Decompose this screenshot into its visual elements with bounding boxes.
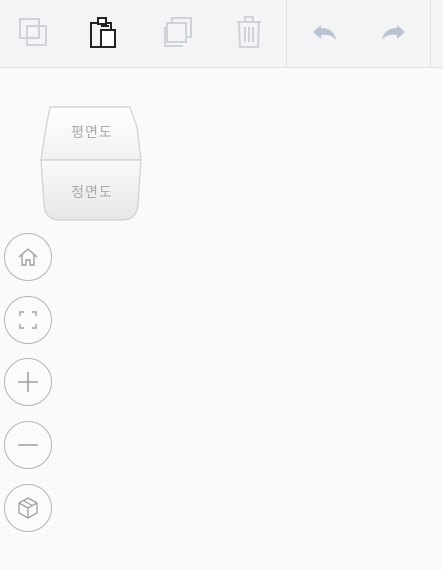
fit-view-button[interactable] (4, 296, 52, 344)
3d-view-icon (18, 497, 38, 519)
viewcube-shape (40, 106, 142, 221)
paste-button[interactable] (79, 8, 127, 56)
viewcube-front-face[interactable]: 정면도 (38, 182, 146, 202)
viewcube-top-face[interactable]: 평면도 (38, 122, 146, 142)
fit-view-icon (19, 311, 37, 329)
zoom-in-icon (18, 372, 38, 392)
zoom-out-icon (18, 444, 38, 446)
redo-icon (382, 25, 405, 40)
paste-icon (90, 17, 116, 48)
home-icon (18, 248, 38, 266)
viewcube[interactable]: 평면도 정면도 (38, 102, 146, 226)
duplicate-button[interactable] (153, 8, 201, 56)
zoom-out-button[interactable] (4, 421, 52, 469)
toolbar-divider (286, 0, 287, 68)
undo-button[interactable] (300, 8, 348, 56)
toolbar-divider (430, 0, 431, 68)
zoom-in-button[interactable] (4, 358, 52, 406)
redo-button[interactable] (370, 8, 418, 56)
3d-view-button[interactable] (4, 484, 52, 532)
home-button[interactable] (4, 233, 52, 281)
delete-button[interactable] (225, 8, 273, 56)
undo-icon (313, 25, 336, 40)
trash-icon (237, 16, 261, 48)
duplicate-icon (164, 17, 192, 47)
toolbar (0, 0, 443, 68)
copy-button[interactable] (9, 8, 57, 56)
copy-icon (19, 18, 47, 46)
